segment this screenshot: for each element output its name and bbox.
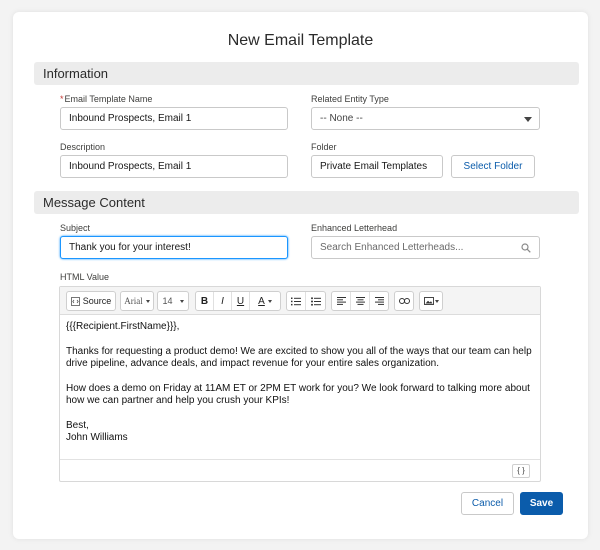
editor-content[interactable]: {{{Recipient.FirstName}}}, Thanks for re…: [66, 321, 536, 445]
font-family-select[interactable]: Arial: [120, 291, 154, 311]
cancel-button[interactable]: Cancel: [461, 492, 514, 515]
required-mark: *: [60, 94, 64, 104]
related-entity-label: Related Entity Type: [311, 94, 389, 104]
description-input[interactable]: Inbound Prospects, Email 1: [60, 155, 288, 178]
save-button[interactable]: Save: [520, 492, 563, 515]
toolbar-group-source: Source: [66, 291, 116, 311]
toolbar-group-image: [419, 291, 443, 311]
bulleted-list-icon: [310, 296, 321, 306]
html-editor: Source Arial 14 B I U A {{{Recipient.Fir…: [59, 286, 541, 482]
template-name-label: *Email Template Name: [60, 94, 152, 104]
insert-link-button[interactable]: [395, 292, 413, 310]
letterhead-label: Enhanced Letterhead: [311, 223, 398, 233]
font-family-label: Arial: [124, 296, 143, 306]
font-family-value: Arial: [121, 292, 153, 310]
toolbar-group-align: [331, 291, 389, 311]
align-left-button[interactable]: [332, 292, 351, 310]
align-center-icon: [355, 297, 365, 305]
description-label: Description: [60, 142, 106, 152]
section-header-information: Information: [34, 62, 579, 85]
subject-input[interactable]: Thank you for your interest!: [60, 236, 288, 259]
template-name-input[interactable]: Inbound Prospects, Email 1: [60, 107, 288, 130]
text-color-button[interactable]: A: [250, 292, 280, 310]
align-left-icon: [336, 297, 346, 305]
insert-image-button[interactable]: [420, 292, 442, 310]
align-center-button[interactable]: [351, 292, 370, 310]
numbered-list-button[interactable]: [287, 292, 306, 310]
subject-label: Subject: [60, 223, 91, 233]
italic-button[interactable]: I: [214, 292, 232, 310]
underline-button[interactable]: U: [232, 292, 250, 310]
letterhead-placeholder: Search Enhanced Letterheads...: [320, 242, 464, 253]
image-icon: [423, 297, 434, 305]
toolbar-group-format: B I U A: [195, 291, 281, 311]
select-folder-button[interactable]: Select Folder: [451, 155, 535, 178]
chevron-down-icon: [267, 299, 272, 303]
chevron-down-icon: [434, 299, 439, 303]
text-color-icon: A: [258, 295, 265, 307]
folder-input[interactable]: Private Email Templates: [311, 155, 443, 178]
body-paragraph-1: Thanks for requesting a product demo! We…: [66, 345, 532, 370]
align-right-icon: [374, 297, 384, 305]
toolbar-group-lists: [286, 291, 326, 311]
link-icon: [398, 298, 410, 304]
letterhead-search-input[interactable]: Search Enhanced Letterheads...: [311, 236, 540, 259]
html-value-label: HTML Value: [60, 272, 110, 282]
template-name-label-text: Email Template Name: [64, 94, 153, 104]
search-icon: [521, 243, 531, 253]
related-entity-value: -- None --: [320, 113, 363, 124]
section-header-message-content: Message Content: [34, 191, 579, 214]
chevron-down-icon: [524, 117, 532, 122]
bold-button[interactable]: B: [196, 292, 214, 310]
modal-title: New Email Template: [227, 32, 374, 49]
editor-footer: { }: [60, 459, 540, 481]
source-icon: [70, 296, 80, 306]
font-size-value: 14: [158, 292, 188, 310]
chevron-down-icon: [145, 299, 150, 303]
chevron-down-icon: [179, 299, 184, 303]
merge-field-button[interactable]: { }: [512, 464, 530, 478]
folder-label: Folder: [311, 142, 337, 152]
greeting-line: {{{Recipient.FirstName}}},: [66, 321, 180, 332]
body-paragraph-2: How does a demo on Friday at 11AM ET or …: [66, 382, 530, 407]
align-right-button[interactable]: [370, 292, 388, 310]
source-label: Source: [82, 296, 112, 306]
related-entity-select[interactable]: -- None --: [311, 107, 540, 130]
font-size-select[interactable]: 14: [157, 291, 189, 311]
bulleted-list-button[interactable]: [306, 292, 325, 310]
toolbar-group-link: [394, 291, 414, 311]
editor-toolbar: Source Arial 14 B I U A: [60, 287, 540, 315]
numbered-list-icon: [291, 297, 301, 305]
font-size-label: 14: [162, 296, 173, 306]
closing-line: Best,: [66, 419, 89, 431]
source-button[interactable]: Source: [67, 292, 115, 310]
signature-line: John Williams: [66, 432, 128, 443]
